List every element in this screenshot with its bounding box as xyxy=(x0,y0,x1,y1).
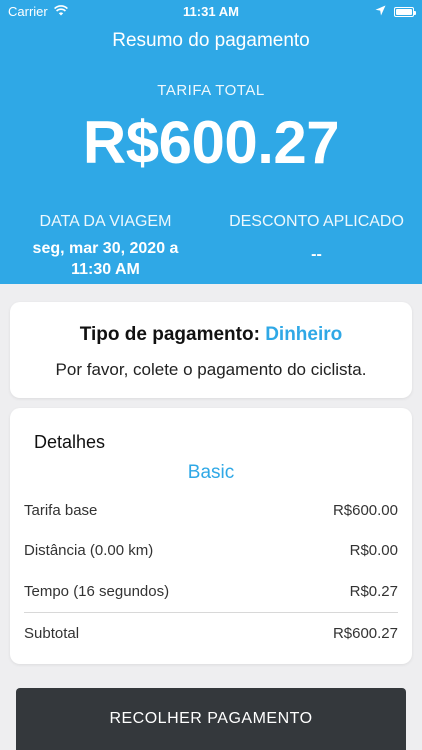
subtotal-divider xyxy=(24,612,398,613)
collect-payment-button[interactable]: RECOLHER PAGAMENTO xyxy=(16,688,406,750)
plan-name: Basic xyxy=(187,462,235,483)
total-fare-label: TARIFA TOTAL xyxy=(157,82,265,99)
battery-icon xyxy=(394,6,416,17)
trip-date-line2: 11:30 AM xyxy=(71,261,140,278)
details-title: Detalhes xyxy=(34,432,106,452)
detail-row-subtotal: Subtotal R$600.27 xyxy=(24,625,398,649)
detail-row-time: Tempo (16 segundos) R$0.27 xyxy=(24,583,398,607)
payment-type-card: Tipo de pagamento: Dinheiro Por favor, c… xyxy=(10,302,412,398)
discount-label: DESCONTO APLICADO xyxy=(229,213,404,230)
payment-message: Por favor, colete o pagamento do ciclist… xyxy=(55,360,367,379)
detail-row-base-fare: Tarifa base R$600.00 xyxy=(24,502,398,526)
detail-label: Subtotal xyxy=(24,625,80,642)
status-bar: Carrier 11:31 AM xyxy=(0,0,422,24)
detail-label: Distância (0.00 km) xyxy=(24,542,154,559)
detail-value: R$600.27 xyxy=(332,625,398,642)
trip-date-label: DATA DA VIAGEM xyxy=(39,213,172,230)
payment-type-line: Tipo de pagamento: Dinheiro xyxy=(10,324,412,346)
detail-label: Tarifa base xyxy=(24,502,98,519)
payment-type-label: Tipo de pagamento: xyxy=(79,324,260,345)
detail-value: R$0.00 xyxy=(349,542,398,559)
details-card: Detalhes Basic Tarifa base R$600.00 Dist… xyxy=(10,408,412,664)
trip-date-line1: seg, mar 30, 2020 a xyxy=(32,240,179,257)
detail-row-distance: Distância (0.00 km) R$0.00 xyxy=(24,542,398,566)
status-icons xyxy=(375,4,416,19)
payment-type-value: Dinheiro xyxy=(265,324,343,345)
total-fare-amount: R$600.27 xyxy=(82,109,340,176)
detail-value: R$0.27 xyxy=(349,583,398,600)
detail-value: R$600.00 xyxy=(332,502,398,519)
detail-label: Tempo (16 segundos) xyxy=(24,583,170,600)
trip-date-value: seg, mar 30, 2020 a 11:30 AM xyxy=(0,238,211,280)
status-time: 11:31 AM xyxy=(183,4,239,19)
discount-value: -- xyxy=(311,246,322,263)
location-arrow-icon xyxy=(375,4,386,19)
payment-summary-header: Carrier 11:31 AM Resumo do pagamento TAR… xyxy=(0,0,422,284)
page-title: Resumo do pagamento xyxy=(112,30,310,51)
